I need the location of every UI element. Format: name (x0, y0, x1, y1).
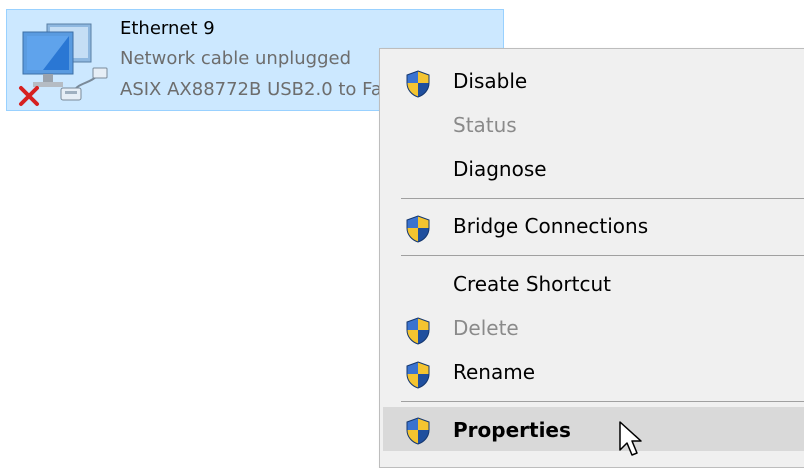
menu-separator (401, 401, 804, 402)
menu-item-label: Disable (453, 69, 528, 93)
network-adapter-disconnected-icon (13, 18, 113, 110)
menu-item-label: Bridge Connections (453, 214, 649, 238)
context-menu: Disable Status Diagnose Bridge Connectio… (379, 48, 804, 468)
uac-shield-icon (405, 361, 431, 389)
menu-item-label: Properties (453, 418, 571, 442)
menu-item-label: Rename (453, 360, 536, 384)
menu-item-properties[interactable]: Properties (383, 407, 804, 451)
uac-shield-icon (405, 215, 431, 243)
menu-item-diagnose[interactable]: Diagnose (383, 149, 804, 187)
uac-shield-icon (405, 417, 431, 445)
menu-item-label: Delete (453, 316, 519, 340)
menu-item-bridge-connections[interactable]: Bridge Connections (383, 206, 804, 244)
mouse-pointer-icon (619, 421, 642, 456)
menu-item-label: Status (453, 113, 517, 137)
menu-item-rename[interactable]: Rename (383, 352, 804, 390)
uac-shield-icon (405, 70, 431, 98)
menu-item-disable[interactable]: Disable (383, 61, 804, 99)
menu-item-label: Create Shortcut (453, 272, 611, 296)
adapter-status: Network cable unplugged (120, 48, 352, 69)
menu-item-status[interactable]: Status (383, 105, 804, 143)
menu-item-create-shortcut[interactable]: Create Shortcut (383, 264, 804, 302)
menu-separator (401, 255, 804, 256)
menu-item-label: Diagnose (453, 157, 547, 181)
adapter-name: Ethernet 9 (120, 18, 215, 39)
menu-item-delete[interactable]: Delete (383, 308, 804, 346)
menu-separator (401, 198, 804, 199)
uac-shield-icon (405, 317, 431, 345)
